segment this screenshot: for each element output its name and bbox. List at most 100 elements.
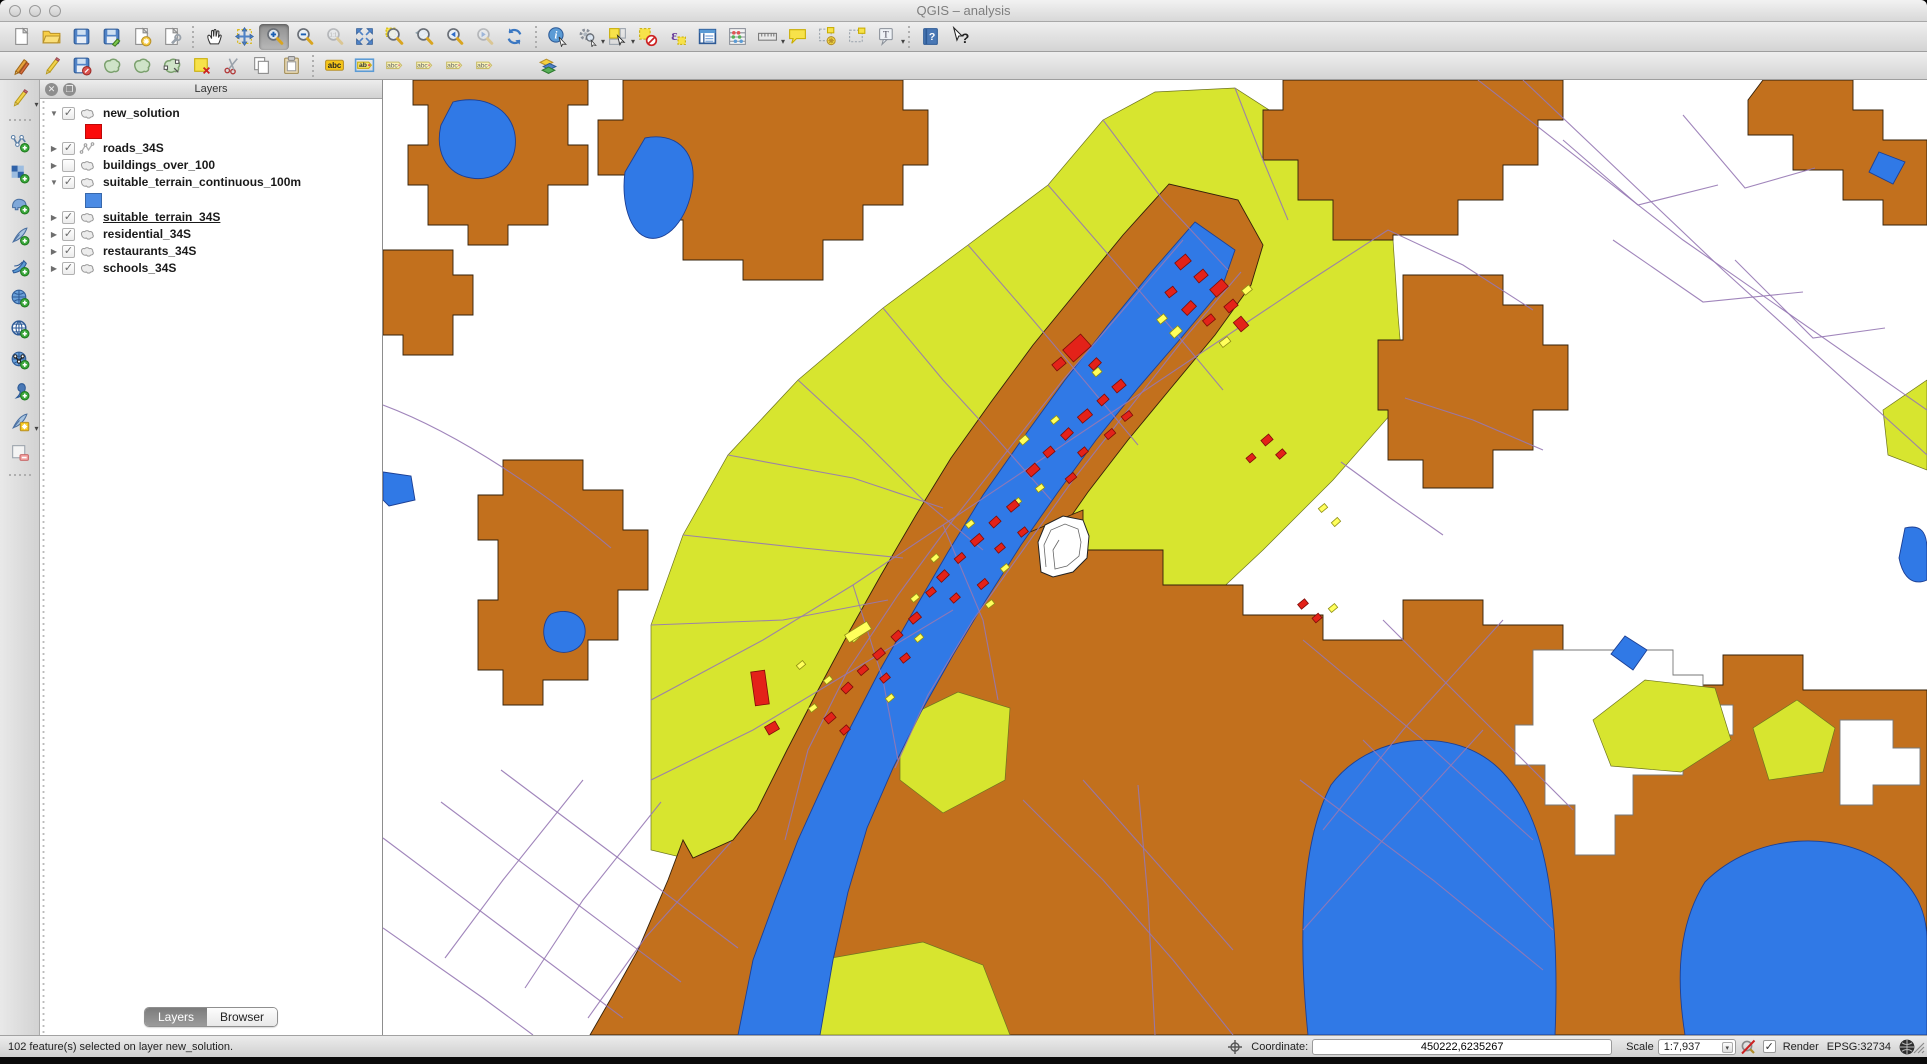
- current-edits-button[interactable]: [6, 53, 36, 79]
- layer-expander-icon[interactable]: ▶: [48, 213, 60, 222]
- layer-expander-icon[interactable]: ▶: [48, 247, 60, 256]
- add-postgis-layer-button[interactable]: [4, 189, 36, 220]
- measure-button[interactable]: ▾: [752, 24, 782, 50]
- save-project-as-button[interactable]: [96, 24, 126, 50]
- layer-expander-icon[interactable]: ▼: [48, 178, 60, 187]
- layer-visibility-checkbox[interactable]: ✓: [62, 262, 75, 275]
- zoom-next-button[interactable]: [469, 24, 499, 50]
- save-project-button[interactable]: [66, 24, 96, 50]
- refresh-map-button[interactable]: [499, 24, 529, 50]
- coordinate-capture-icon[interactable]: [1226, 1038, 1244, 1056]
- map-tips-button[interactable]: [782, 24, 812, 50]
- window-resize-grip[interactable]: [1911, 1040, 1925, 1054]
- layer-item-suitable_terrain_34S[interactable]: ▶✓suitable_terrain_34S: [48, 209, 382, 225]
- new-print-composer-button[interactable]: [126, 24, 156, 50]
- render-checkbox[interactable]: ✓: [1763, 1040, 1776, 1053]
- add-mssql-layer-button[interactable]: [4, 251, 36, 282]
- layer-item-new_solution[interactable]: ▼✓new_solution: [48, 105, 382, 121]
- labeling-button[interactable]: abc: [319, 53, 349, 79]
- add-vector-layer-button[interactable]: [4, 127, 36, 158]
- help-contents-button[interactable]: ?: [915, 24, 945, 50]
- whats-this-button[interactable]: ?: [945, 24, 975, 50]
- pan-map-button[interactable]: [199, 24, 229, 50]
- remove-layer-button[interactable]: [4, 437, 36, 468]
- layer-expander-icon[interactable]: ▶: [48, 230, 60, 239]
- node-tool-button[interactable]: [156, 53, 186, 79]
- processing-toolbox-button[interactable]: [533, 53, 563, 79]
- zoom-to-layer-button[interactable]: [409, 24, 439, 50]
- zoom-full-button[interactable]: [349, 24, 379, 50]
- layer-color-swatch[interactable]: [85, 124, 102, 139]
- pan-to-selection-button[interactable]: [229, 24, 259, 50]
- label-toolbar-5-button[interactable]: abc: [469, 53, 499, 79]
- show-bookmarks-button[interactable]: [842, 24, 872, 50]
- new-shapefile-layer-dropdown-icon[interactable]: ▾: [34, 424, 38, 433]
- current-edits-menu-button[interactable]: ▾: [4, 82, 36, 113]
- layer-visibility-checkbox[interactable]: ✓: [62, 245, 75, 258]
- field-calculator-button[interactable]: [722, 24, 752, 50]
- layer-visibility-checkbox[interactable]: ✓: [62, 228, 75, 241]
- layer-visibility-checkbox[interactable]: ✓: [62, 176, 75, 189]
- delete-selected-button[interactable]: [186, 53, 216, 79]
- label-toolbar-2-button[interactable]: abc: [379, 53, 409, 79]
- select-features-button[interactable]: ▾: [602, 24, 632, 50]
- cut-features-button[interactable]: [216, 53, 246, 79]
- layer-visibility-checkbox[interactable]: ✓: [62, 107, 75, 120]
- scale-dropdown-icon[interactable]: ▾: [1722, 1042, 1733, 1053]
- text-annotation-button[interactable]: T▾: [872, 24, 902, 50]
- layer-item-suitable_terrain_continuous_100m[interactable]: ▼✓suitable_terrain_continuous_100m: [48, 174, 382, 190]
- new-shapefile-layer-button[interactable]: ▾: [4, 406, 36, 437]
- new-bookmark-button[interactable]: [812, 24, 842, 50]
- add-delimited-text-layer-button[interactable]: [4, 375, 36, 406]
- run-feature-action-button[interactable]: ▾: [572, 24, 602, 50]
- zoom-in-button[interactable]: [259, 24, 289, 50]
- layer-item-schools_34S[interactable]: ▶✓schools_34S: [48, 260, 382, 276]
- layer-visibility-checkbox[interactable]: [62, 159, 75, 172]
- new-project-button[interactable]: [6, 24, 36, 50]
- add-raster-layer-button[interactable]: [4, 158, 36, 189]
- paste-features-button[interactable]: [276, 53, 306, 79]
- panel-drag-handle[interactable]: [41, 99, 46, 1035]
- open-attribute-table-button[interactable]: [692, 24, 722, 50]
- save-layer-edits-button[interactable]: [66, 53, 96, 79]
- tab-layers[interactable]: Layers: [145, 1008, 207, 1026]
- label-toolbar-1-button[interactable]: ab: [349, 53, 379, 79]
- add-wfs-layer-button[interactable]: [4, 344, 36, 375]
- layer-visibility-checkbox[interactable]: ✓: [62, 211, 75, 224]
- map-canvas[interactable]: [383, 80, 1927, 1035]
- toggle-editing-button[interactable]: [36, 53, 66, 79]
- add-feature-button[interactable]: [96, 53, 126, 79]
- text-annotation-dropdown-icon[interactable]: ▾: [901, 37, 905, 46]
- add-spatialite-layer-button[interactable]: [4, 220, 36, 251]
- open-project-button[interactable]: [36, 24, 66, 50]
- zoom-to-selection-button[interactable]: [379, 24, 409, 50]
- zoom-last-button[interactable]: [439, 24, 469, 50]
- layer-item-residential_34S[interactable]: ▶✓residential_34S: [48, 226, 382, 242]
- composer-manager-button[interactable]: [156, 24, 186, 50]
- current-edits-menu-dropdown-icon[interactable]: ▾: [34, 100, 38, 109]
- deselect-all-button[interactable]: [632, 24, 662, 50]
- layer-expander-icon[interactable]: ▼: [48, 109, 60, 118]
- label-toolbar-3-button[interactable]: abc: [409, 53, 439, 79]
- scale-combo[interactable]: 1:7,937 ▾: [1658, 1039, 1736, 1055]
- move-feature-button[interactable]: [126, 53, 156, 79]
- layer-item-restaurants_34S[interactable]: ▶✓restaurants_34S: [48, 243, 382, 259]
- copy-features-button[interactable]: [246, 53, 276, 79]
- zoom-out-button[interactable]: [289, 24, 319, 50]
- add-wms-layer-button[interactable]: [4, 313, 36, 344]
- layer-visibility-checkbox[interactable]: ✓: [62, 142, 75, 155]
- layer-expander-icon[interactable]: ▶: [48, 144, 60, 153]
- label-toolbar-4-button[interactable]: abc: [439, 53, 469, 79]
- layer-item-roads_34S[interactable]: ▶✓roads_34S: [48, 140, 382, 156]
- coordinate-input[interactable]: [1312, 1039, 1612, 1055]
- layer-color-swatch[interactable]: [85, 193, 102, 208]
- tab-browser[interactable]: Browser: [207, 1008, 277, 1026]
- stop-render-icon[interactable]: [1739, 1038, 1757, 1056]
- layer-expander-icon[interactable]: ▶: [48, 161, 60, 170]
- add-oracle-layer-button[interactable]: [4, 282, 36, 313]
- layer-item-buildings_over_100[interactable]: ▶buildings_over_100: [48, 157, 382, 173]
- zoom-native-button[interactable]: 1:1: [319, 24, 349, 50]
- identify-features-button[interactable]: i: [542, 24, 572, 50]
- layer-expander-icon[interactable]: ▶: [48, 264, 60, 273]
- select-by-expression-button[interactable]: ε: [662, 24, 692, 50]
